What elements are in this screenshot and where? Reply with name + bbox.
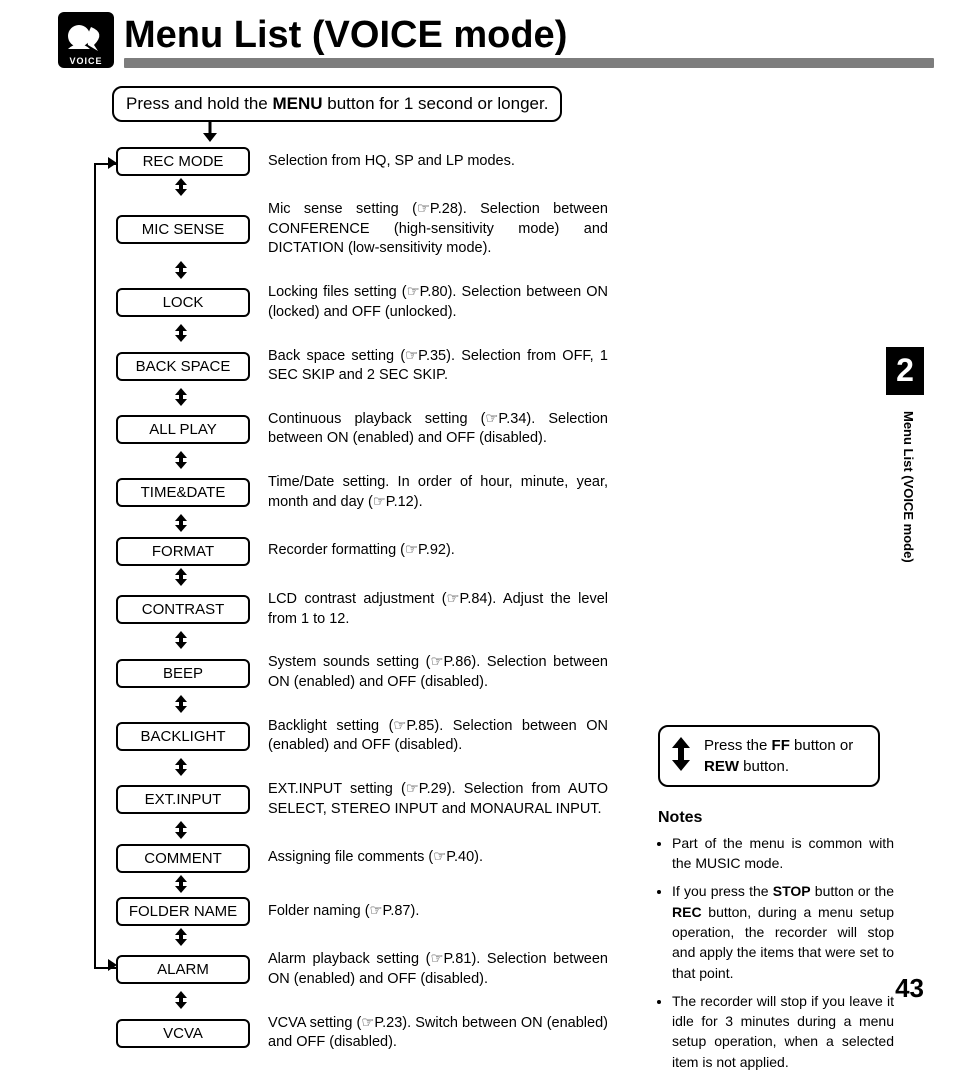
- up-down-connector-icon: [116, 451, 246, 471]
- instr-prefix: Press and hold the: [126, 94, 272, 113]
- voice-mode-icon: VOICE: [58, 12, 114, 68]
- page-title: Menu List (VOICE mode): [124, 16, 954, 54]
- menu-item-desc: VCVA setting (☞P.23). Switch between ON …: [268, 1014, 608, 1053]
- page-header: VOICE Menu List (VOICE mode): [0, 0, 954, 68]
- menu-item-box: VCVA: [116, 1019, 250, 1048]
- menu-row: BACKLIGHT Backlight setting (☞P.85). Sele…: [116, 717, 616, 756]
- menu-item-desc: EXT.INPUT setting (☞P.29). Selection fro…: [268, 780, 608, 819]
- menu-item-desc: System sounds setting (☞P.86). Selection…: [268, 653, 608, 692]
- menu-item-desc: Continuous playback setting (☞P.34). Sel…: [268, 410, 608, 449]
- ff-b2: REW: [704, 758, 739, 775]
- down-arrow-icon: [140, 122, 280, 145]
- up-down-connector-icon: [116, 631, 246, 651]
- chapter-tab: 2: [886, 347, 924, 395]
- menu-item-desc: Folder naming (☞P.87).: [268, 902, 608, 922]
- side-section-title: Menu List (VOICE mode): [901, 411, 916, 563]
- up-down-connector-icon: [116, 758, 246, 778]
- menu-item-desc: Backlight setting (☞P.85). Selection bet…: [268, 717, 608, 756]
- menu-item-box: LOCK: [116, 288, 250, 317]
- menu-item-desc: LCD contrast adjustment (☞P.84). Adjust …: [268, 590, 608, 629]
- menu-item-box: FOLDER NAME: [116, 897, 250, 926]
- title-underline: [124, 58, 934, 68]
- menu-item-box: ALARM: [116, 955, 250, 984]
- instr-bold: MENU: [272, 94, 322, 113]
- menu-loop-line: [94, 163, 118, 969]
- up-down-connector-icon: [116, 991, 246, 1011]
- menu-item-box: FORMAT: [116, 537, 250, 566]
- menu-item-box: COMMENT: [116, 844, 250, 873]
- ff-mid: button or: [790, 737, 853, 754]
- menu-item-box: BACKLIGHT: [116, 722, 250, 751]
- menu-item-desc: Assigning file comments (☞P.40).: [268, 848, 608, 868]
- menu-item-box: TIME&DATE: [116, 478, 250, 507]
- up-down-connector-icon: [116, 324, 246, 344]
- up-down-connector-icon: [116, 928, 246, 948]
- menu-item-desc: Time/Date setting. In order of hour, min…: [268, 473, 608, 512]
- up-down-connector-icon: [116, 178, 246, 198]
- menu-item-box: BEEP: [116, 659, 250, 688]
- note-item: The recorder will stop if you leave it i…: [672, 991, 894, 1072]
- menu-row: ALARM Alarm playback setting (☞P.81). Sel…: [116, 950, 616, 989]
- note-item: Part of the menu is common with the MUSI…: [672, 833, 894, 874]
- hold-menu-instruction: Press and hold the MENU button for 1 sec…: [112, 86, 562, 122]
- menu-row: BEEP System sounds setting (☞P.86). Selec…: [116, 653, 616, 692]
- ff-suffix: button.: [739, 758, 789, 775]
- menu-row: FORMAT Recorder formatting (☞P.92).: [116, 537, 616, 566]
- up-down-connector-icon: [116, 514, 246, 534]
- menu-item-desc: Alarm playback setting (☞P.81). Selectio…: [268, 950, 608, 989]
- menu-item-box: BACK SPACE: [116, 352, 250, 381]
- menu-item-box: ALL PLAY: [116, 415, 250, 444]
- instr-suffix: button for 1 second or longer.: [323, 94, 549, 113]
- up-down-connector-icon: [116, 875, 246, 895]
- up-down-connector-icon: [116, 568, 246, 588]
- menu-row: CONTRAST LCD contrast adjustment (☞P.84).…: [116, 590, 616, 629]
- menu-item-desc: Selection from HQ, SP and LP modes.: [268, 152, 608, 172]
- up-down-connector-icon: [116, 388, 246, 408]
- menu-row: VCVA VCVA setting (☞P.23). Switch between…: [116, 1014, 616, 1053]
- up-down-connector-icon: [116, 821, 246, 841]
- menu-item-desc: Mic sense setting (☞P.28). Selection bet…: [268, 200, 608, 259]
- menu-item-desc: Back space setting (☞P.35). Selection fr…: [268, 347, 608, 386]
- menu-row: COMMENT Assigning file comments (☞P.40).: [116, 844, 616, 873]
- menu-item-box: EXT.INPUT: [116, 785, 250, 814]
- notes-heading: Notes: [658, 809, 924, 827]
- ff-b1: FF: [772, 737, 790, 754]
- menu-row: BACK SPACE Back space setting (☞P.35). Se…: [116, 347, 616, 386]
- menu-item-box: REC MODE: [116, 147, 250, 176]
- menu-row: TIME&DATE Time/Date setting. In order of …: [116, 473, 616, 512]
- menu-row: REC MODE Selection from HQ, SP and LP mod…: [116, 147, 616, 176]
- menu-item-desc: Locking files setting (☞P.80). Selection…: [268, 283, 608, 322]
- menu-row: EXT.INPUT EXT.INPUT setting (☞P.29). Sele…: [116, 780, 616, 819]
- ff-prefix: Press the: [704, 737, 772, 754]
- menu-row: FOLDER NAME Folder naming (☞P.87).: [116, 897, 616, 926]
- notes-list: Part of the menu is common with the MUSI…: [658, 833, 894, 1072]
- menu-item-box: CONTRAST: [116, 595, 250, 624]
- ff-rew-hint-box: Press the FF button or REW button.: [658, 725, 880, 787]
- menu-item-box: MIC SENSE: [116, 215, 250, 244]
- menu-item-desc: Recorder formatting (☞P.92).: [268, 541, 608, 561]
- menu-row: MIC SENSE Mic sense setting (☞P.28). Sele…: [116, 200, 616, 259]
- menu-row: ALL PLAY Continuous playback setting (☞P.…: [116, 410, 616, 449]
- menu-row: LOCK Locking files setting (☞P.80). Selec…: [116, 283, 616, 322]
- page-number: 43: [895, 973, 924, 1004]
- up-down-connector-icon: [116, 261, 246, 281]
- voice-icon-label: VOICE: [69, 56, 102, 66]
- up-down-arrow-icon: [670, 737, 692, 771]
- note-item: If you press the STOP button or the REC …: [672, 881, 894, 982]
- up-down-connector-icon: [116, 695, 246, 715]
